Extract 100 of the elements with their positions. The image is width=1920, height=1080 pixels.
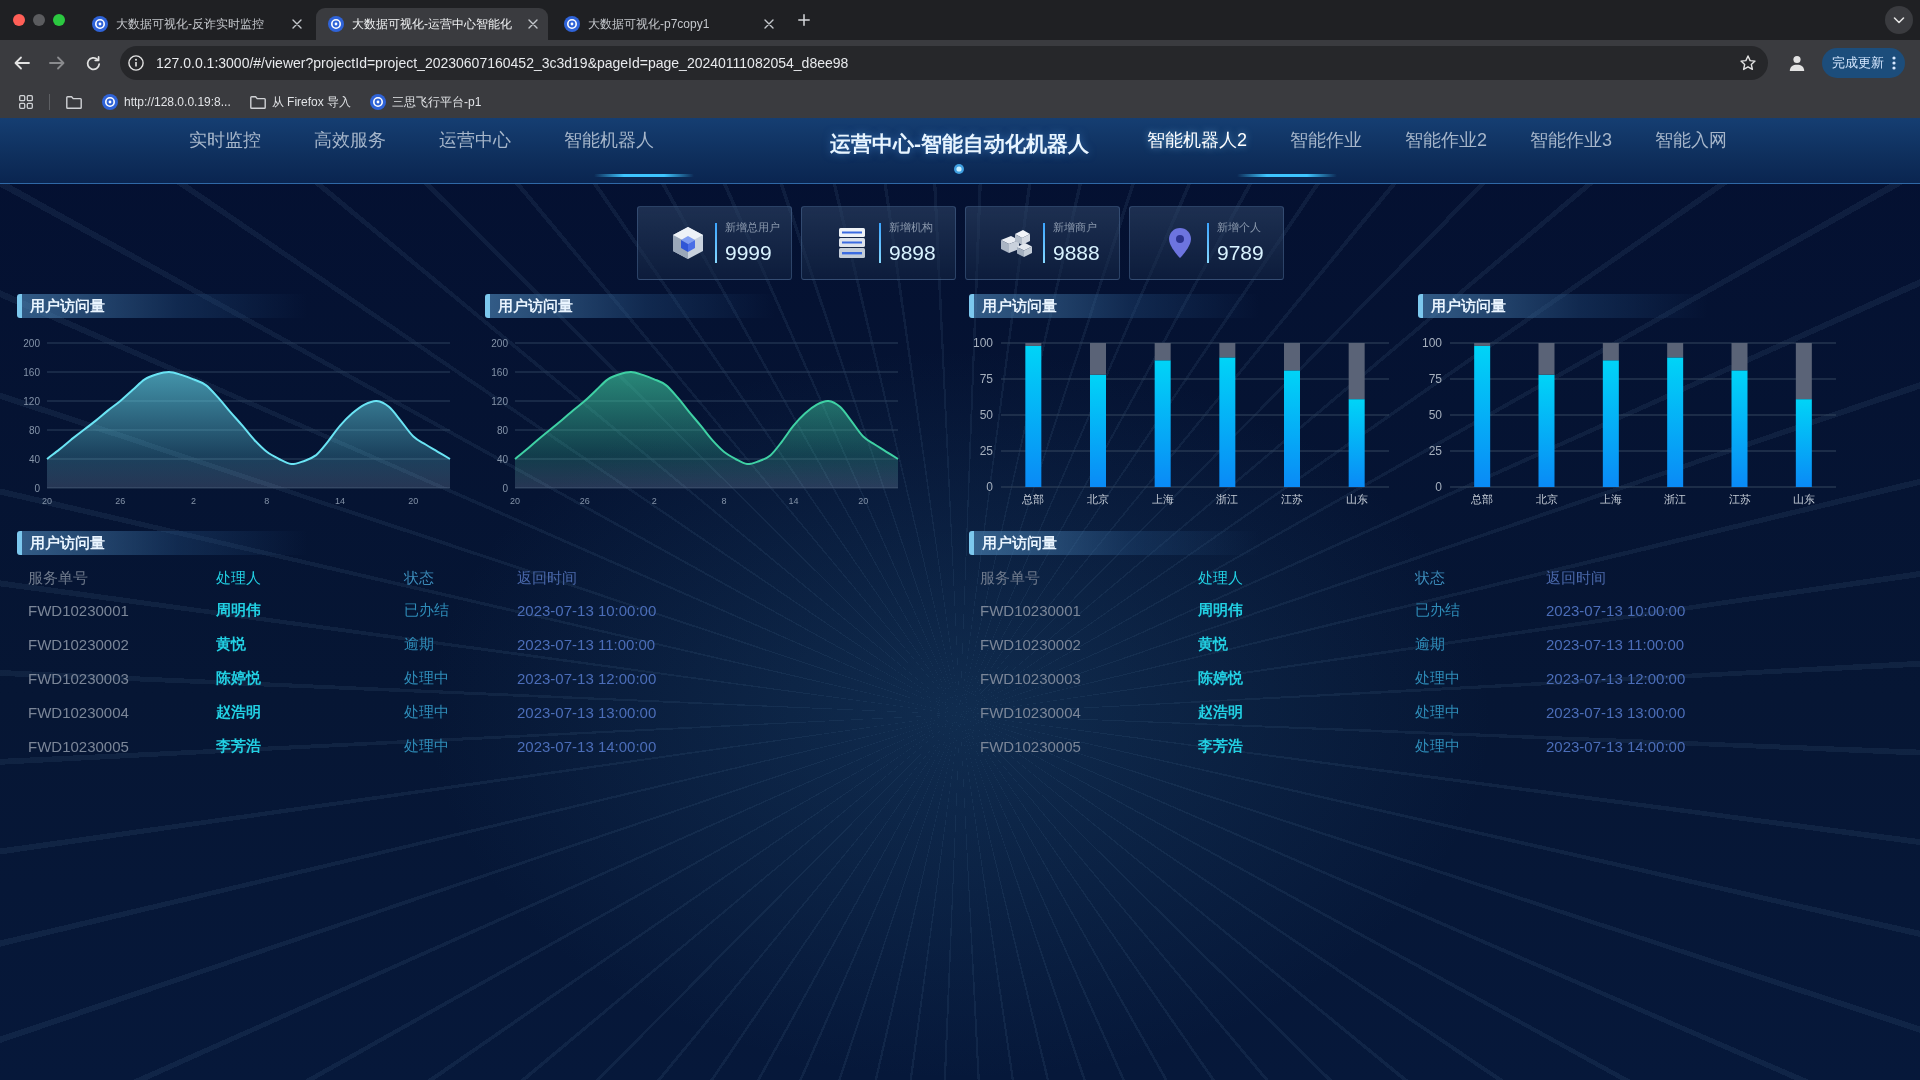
table-cell: 黄悦 [1198, 634, 1228, 654]
nav-tab[interactable]: 智能机器人2 [1147, 129, 1247, 151]
table-cell: 2023-07-13 13:00:00 [517, 703, 657, 721]
nav-tab[interactable]: 高效服务 [314, 129, 386, 151]
table-cell: 处理中 [404, 668, 449, 688]
table-cell: FWD10230001 [980, 601, 1081, 619]
axis-label: 50 [979, 408, 993, 422]
bookmark-link[interactable]: 从 Firefox 导入 [243, 90, 358, 114]
table-cell: 李芳浩 [1198, 736, 1243, 756]
column-header: 状态 [404, 568, 434, 588]
axis-label: 江苏 [1728, 493, 1751, 505]
server-icon [839, 228, 865, 258]
info-icon[interactable] [128, 55, 144, 71]
axis-label: 2 [191, 496, 197, 506]
window-maximize-icon[interactable] [53, 14, 65, 26]
nav-tab[interactable]: 智能作业 [1290, 129, 1362, 151]
update-button[interactable]: 完成更新 [1822, 48, 1905, 78]
table-cell: 2023-07-13 11:00:00 [1546, 635, 1685, 653]
axis-label: 100 [972, 336, 993, 350]
boxes-icon [1000, 229, 1032, 257]
table-cell: 2023-07-13 10:00:00 [1546, 601, 1686, 619]
address-bar[interactable]: 127.0.0.1:3000/#/viewer?projectId=project_20230607160452_3c3d19&pageId=page_20240111082054_d8ee98 [120, 46, 1768, 80]
stat-value: 9999 [725, 241, 772, 265]
axis-label: 山东 [1345, 493, 1368, 505]
axis-label: 北京 [1087, 493, 1109, 505]
axis-label: 120 [23, 395, 40, 407]
table-cell: 2023-07-13 14:00:00 [1546, 737, 1686, 755]
stat-label: 新增总用户 [725, 221, 780, 234]
star-icon[interactable] [1740, 55, 1756, 71]
axis-label: 160 [491, 366, 508, 378]
bookmark-link[interactable]: 三思飞行平台-p1 [364, 90, 488, 114]
table-cell: FWD10230002 [28, 635, 129, 653]
table-cell: 陈婷悦 [1198, 668, 1243, 688]
browser-tab[interactable]: 大数据可视化-p7copy1 [552, 8, 784, 40]
axis-label: 总部 [1471, 493, 1494, 505]
table-cell: FWD10230001 [28, 601, 129, 619]
table-cell: 已办结 [1415, 600, 1460, 620]
axis-label: 0 [1435, 480, 1442, 494]
table-cell: 2023-07-13 12:00:00 [1546, 669, 1686, 687]
nav-tab[interactable]: 智能机器人 [564, 129, 654, 151]
table-cell: FWD10230005 [28, 737, 129, 755]
axis-label: 上海 [1151, 493, 1174, 505]
table-cell: FWD10230003 [28, 669, 129, 687]
axis-label: 160 [23, 366, 40, 378]
axis-label: 浙江 [1664, 493, 1687, 505]
nav-tab[interactable]: 实时监控 [189, 129, 261, 151]
person-icon[interactable] [1789, 55, 1805, 71]
axis-label: 75 [979, 372, 993, 386]
table-cell: FWD10230003 [980, 669, 1081, 687]
axis-label: 0 [502, 482, 508, 494]
table-cell: 逾期 [1415, 634, 1445, 654]
axis-label: 200 [23, 337, 40, 349]
axis-label: 14 [788, 496, 799, 506]
forward-icon[interactable] [49, 56, 65, 70]
table-cell: 逾期 [404, 634, 434, 654]
nav-tab[interactable]: 运营中心 [439, 129, 511, 151]
axis-label: 40 [496, 453, 508, 465]
plus-icon[interactable] [798, 14, 810, 26]
axis-label: 20 [408, 496, 419, 506]
bookmark-link[interactable]: http://128.0.0.19:8... [96, 90, 237, 114]
folder-icon[interactable] [66, 95, 82, 109]
column-header: 返回时间 [1546, 568, 1606, 588]
axis-label: 50 [1428, 408, 1442, 422]
nav-tab[interactable]: 智能作业3 [1530, 129, 1613, 151]
more-icon[interactable] [1892, 56, 1896, 70]
table-cell: 2023-07-13 14:00:00 [517, 737, 657, 755]
close-icon[interactable] [528, 19, 538, 29]
table-cell: 处理中 [1415, 668, 1460, 688]
axis-label: 北京 [1535, 493, 1558, 505]
favicon-icon [92, 16, 108, 32]
axis-label: 江苏 [1281, 493, 1303, 505]
axis-label: 0 [986, 480, 993, 494]
table-cell: FWD10230002 [980, 635, 1081, 653]
stat-value: 9898 [889, 241, 936, 265]
window-minimize-icon[interactable] [33, 14, 45, 26]
nav-tab[interactable]: 智能作业2 [1405, 129, 1488, 151]
table-cell: FWD10230004 [28, 703, 129, 721]
table-cell: 已办结 [404, 600, 449, 620]
browser-tab[interactable]: 大数据可视化-运营中心智能化 [316, 8, 548, 40]
reload-icon[interactable] [86, 55, 101, 71]
table-cell: 2023-07-13 10:00:00 [517, 601, 657, 619]
column-header: 状态 [1415, 568, 1445, 588]
close-icon[interactable] [292, 19, 302, 29]
close-icon[interactable] [764, 19, 774, 29]
window-close-icon[interactable] [13, 14, 25, 26]
stat-value: 9888 [1053, 241, 1100, 265]
axis-label: 浙江 [1216, 493, 1239, 505]
axis-label: 200 [491, 337, 508, 349]
map-pin-icon [1169, 228, 1191, 258]
axis-label: 26 [115, 496, 126, 506]
table-cell: FWD10230005 [980, 737, 1081, 755]
axis-label: 20 [42, 496, 52, 506]
back-icon[interactable] [14, 56, 30, 70]
nav-tab[interactable]: 智能入网 [1655, 129, 1728, 151]
grid-icon[interactable] [19, 95, 33, 109]
browser-tab[interactable]: 大数据可视化-反诈实时监控 [80, 8, 312, 40]
column-header: 返回时间 [517, 568, 577, 588]
axis-label: 25 [1428, 444, 1442, 458]
favicon-icon [102, 94, 118, 110]
chevron-down-icon[interactable] [1885, 6, 1913, 34]
